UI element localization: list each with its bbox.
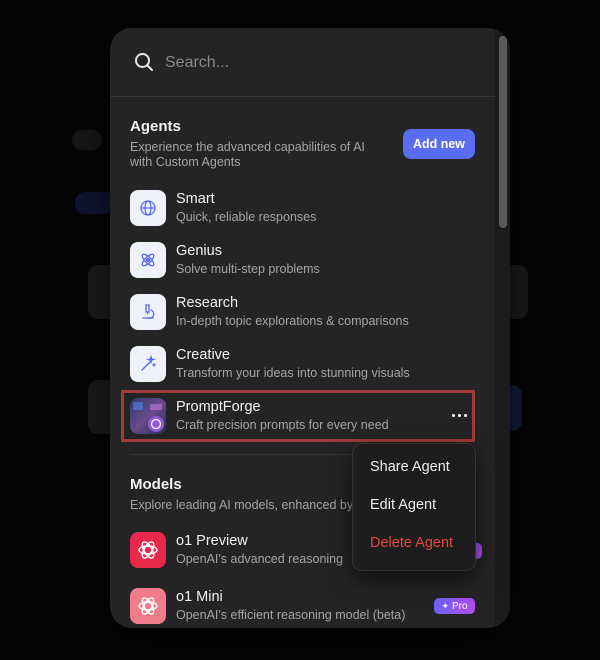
agent-name: Research — [176, 295, 239, 311]
model-desc: OpenAI's advanced reasoning — [176, 552, 344, 566]
bg-block — [75, 192, 115, 214]
agents-title: Agents — [130, 118, 181, 135]
selected-agent-highlight — [121, 390, 475, 442]
more-options-icon[interactable] — [448, 404, 470, 426]
share-agent-item[interactable]: Share Agent — [370, 459, 450, 475]
openai-icon — [130, 532, 166, 568]
globe-icon — [130, 190, 166, 226]
model-desc: OpenAI's efficient reasoning model (beta… — [176, 608, 406, 622]
scrollbar-thumb[interactable] — [499, 36, 507, 228]
scrollbar[interactable] — [495, 28, 510, 628]
edit-agent-item[interactable]: Edit Agent — [370, 497, 436, 513]
agent-desc: In-depth topic explorations & comparison… — [176, 314, 409, 328]
bg-block — [72, 130, 102, 150]
agent-desc: Transform your ideas into stunning visua… — [176, 366, 410, 380]
agent-item-smart[interactable]: Smart Quick, reliable responses — [120, 184, 475, 232]
pro-badge-label: Pro — [451, 600, 468, 612]
model-item-o1-mini[interactable]: o1 Mini OpenAI's efficient reasoning mod… — [120, 582, 475, 628]
agent-item-research[interactable]: Research In-depth topic explorations & c… — [120, 288, 475, 336]
openai-icon — [130, 588, 166, 624]
agent-desc: Solve multi-step problems — [176, 262, 320, 276]
agent-name: Smart — [176, 191, 215, 207]
delete-agent-item[interactable]: Delete Agent — [370, 535, 453, 551]
search-input[interactable] — [163, 50, 467, 76]
atom-icon — [130, 242, 166, 278]
agent-item-genius[interactable]: Genius Solve multi-step problems — [120, 236, 475, 284]
microscope-icon — [130, 294, 166, 330]
pro-badge: ✦ Pro — [434, 598, 475, 614]
agents-description: Experience the advanced capabilities of … — [130, 140, 365, 169]
magic-wand-icon — [130, 346, 166, 382]
model-name: o1 Preview — [176, 533, 248, 549]
search-icon — [135, 53, 153, 71]
sparkle-icon: ✦ — [441, 600, 449, 611]
agent-context-menu: Share Agent Edit Agent Delete Agent — [352, 443, 476, 571]
search-bar — [110, 28, 495, 97]
models-title: Models — [130, 476, 182, 493]
agent-name: Creative — [176, 347, 230, 363]
agent-desc: Quick, reliable responses — [176, 210, 317, 224]
model-name: o1 Mini — [176, 589, 223, 605]
models-description: Explore leading AI models, enhanced by — [130, 498, 354, 512]
agent-item-creative[interactable]: Creative Transform your ideas into stunn… — [120, 340, 475, 388]
add-new-button[interactable]: Add new — [403, 129, 475, 159]
agent-name: Genius — [176, 243, 222, 259]
